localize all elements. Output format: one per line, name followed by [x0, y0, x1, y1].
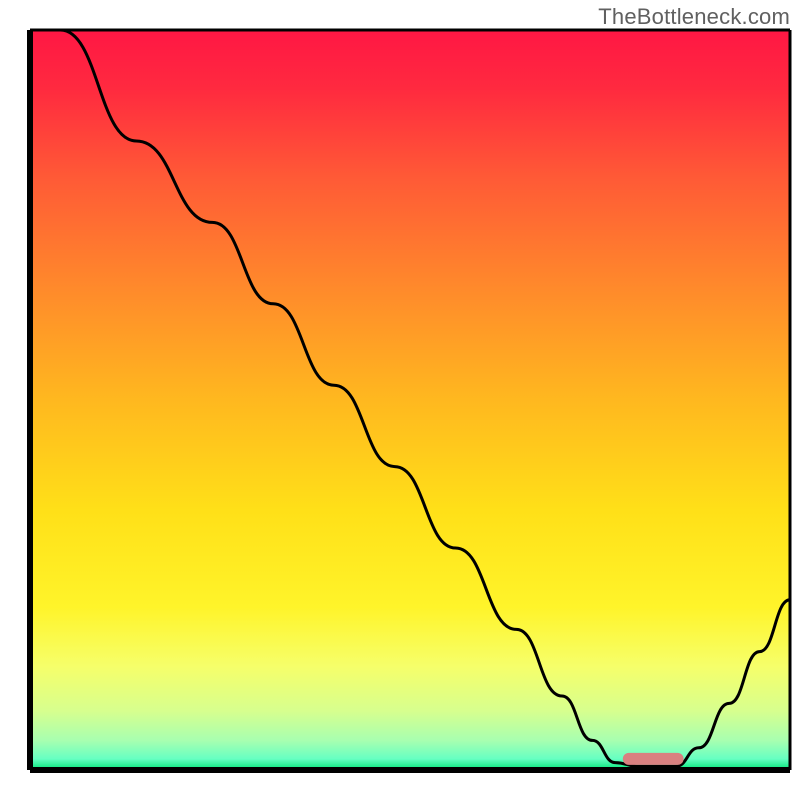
- watermark-text: TheBottleneck.com: [598, 4, 790, 30]
- optimal-range-marker: [623, 753, 684, 765]
- bottleneck-chart: [0, 0, 800, 800]
